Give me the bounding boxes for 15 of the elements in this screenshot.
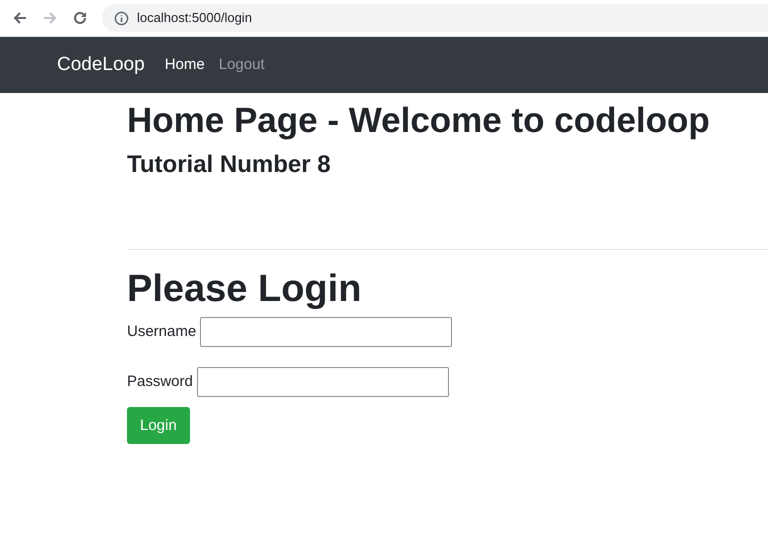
field-label: Password <box>127 372 193 392</box>
back-icon[interactable] <box>12 10 28 26</box>
address-bar[interactable]: localhost:5000/login <box>102 4 768 32</box>
page-subtitle: Tutorial Number 8 <box>127 150 332 180</box>
brand-logo-text[interactable]: CodeLoop <box>57 50 145 80</box>
info-icon <box>114 10 129 26</box>
url-text: localhost:5000/login <box>137 9 252 28</box>
page-title: Home Page - Welcome to codeloop <box>127 100 711 142</box>
input-field[interactable] <box>200 317 452 348</box>
reload-icon[interactable] <box>72 10 88 26</box>
nav-link[interactable]: Home <box>164 54 205 76</box>
nav-link[interactable]: Logout <box>218 54 265 76</box>
input-field[interactable] <box>196 367 449 398</box>
field-label: Username <box>127 322 196 342</box>
login-heading: Please Login <box>127 266 362 312</box>
